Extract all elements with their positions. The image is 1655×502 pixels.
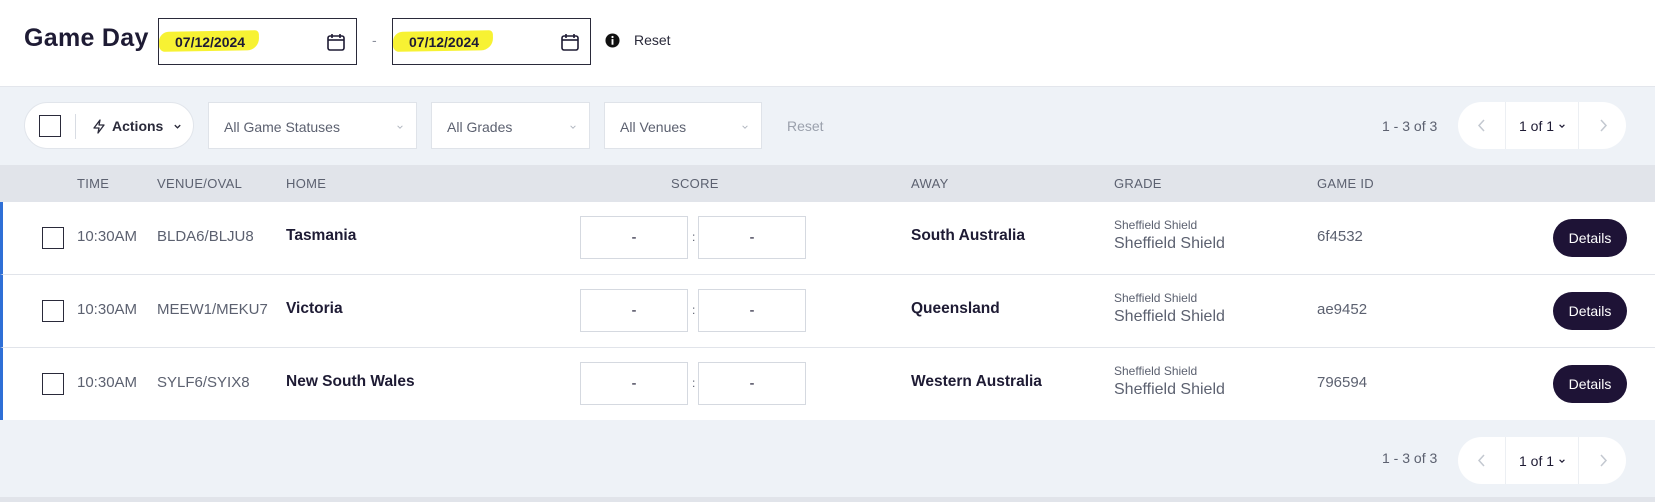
- score-separator: :: [692, 303, 696, 317]
- score-separator: :: [692, 376, 696, 390]
- game-status-select[interactable]: All Game Statuses: [208, 102, 417, 149]
- page-select[interactable]: 1 of 1: [1519, 453, 1554, 469]
- chevron-down-icon: [1559, 459, 1565, 464]
- away-score-value: -: [749, 229, 755, 246]
- chevron-down-icon: [1559, 124, 1565, 129]
- lightning-icon: [93, 119, 105, 134]
- home-score-value: -: [631, 375, 637, 392]
- chevron-down-icon: [742, 125, 748, 129]
- calendar-icon[interactable]: [560, 32, 580, 52]
- calendar-icon[interactable]: [326, 32, 346, 52]
- pagination: 1 of 1: [1458, 437, 1626, 484]
- footer-divider: [0, 497, 1655, 502]
- details-button[interactable]: Details: [1553, 219, 1627, 257]
- pagination: 1 of 1: [1458, 102, 1626, 149]
- game-id-cell: 6f4532: [1317, 228, 1363, 245]
- header-reset-link[interactable]: Reset: [634, 32, 671, 48]
- away-score-field[interactable]: -: [698, 216, 806, 259]
- divider: [75, 114, 76, 139]
- details-button[interactable]: Details: [1553, 365, 1627, 403]
- prev-page-button[interactable]: [1458, 102, 1506, 149]
- game-status-value: All Game Statuses: [224, 119, 340, 135]
- results-range: 1 - 3 of 3: [1382, 450, 1438, 466]
- column-header-time: TIME: [77, 176, 110, 191]
- select-all-checkbox[interactable]: [39, 115, 61, 137]
- grade-label: Sheffield Shield: [1114, 364, 1198, 378]
- chevron-right-icon: [1600, 119, 1608, 132]
- date-from-field[interactable]: 07/12/2024: [158, 18, 357, 65]
- venue-cell: SYLF6/SYIX8: [157, 374, 250, 391]
- page-title: Game Day: [24, 24, 149, 52]
- row-checkbox[interactable]: [42, 373, 64, 395]
- venue-cell: MEEW1/MEKU7: [157, 301, 268, 318]
- time-cell: 10:30AM: [77, 301, 138, 318]
- home-team: New South Wales: [286, 373, 415, 390]
- away-team: Queensland: [911, 300, 1000, 317]
- bulk-actions-group: Actions: [24, 102, 194, 149]
- grades-select[interactable]: All Grades: [431, 102, 590, 149]
- table-row: 10:30AM BLDA6/BLJU8 Tasmania - : - South…: [0, 202, 1655, 275]
- column-header-score: SCORE: [671, 176, 719, 191]
- details-button[interactable]: Details: [1553, 292, 1627, 330]
- actions-button[interactable]: Actions: [112, 118, 163, 134]
- chevron-right-icon: [1600, 454, 1608, 467]
- grade-name: Sheffield Shield: [1114, 308, 1225, 325]
- column-header-game-id: GAME ID: [1317, 176, 1374, 191]
- venue-cell: BLDA6/BLJU8: [157, 228, 254, 245]
- home-score-field[interactable]: -: [580, 362, 688, 405]
- grade-label: Sheffield Shield: [1114, 291, 1198, 305]
- column-header-home: HOME: [286, 176, 327, 191]
- away-score-value: -: [749, 375, 755, 392]
- table-row: 10:30AM SYLF6/SYIX8 New South Wales - : …: [0, 348, 1655, 421]
- next-page-button[interactable]: [1578, 102, 1626, 149]
- chevron-left-icon: [1477, 454, 1485, 467]
- column-header-venue: VENUE/OVAL: [157, 176, 243, 191]
- home-team: Victoria: [286, 300, 343, 317]
- date-to-value: 07/12/2024: [409, 34, 480, 50]
- page-header: Game Day 07/12/2024 - 07/12/2024 Reset: [0, 0, 1655, 87]
- grade-label: Sheffield Shield: [1114, 218, 1198, 232]
- venues-select[interactable]: All Venues: [604, 102, 762, 149]
- table-row: 10:30AM MEEW1/MEKU7 Victoria - : - Queen…: [0, 275, 1655, 348]
- away-team: Western Australia: [911, 373, 1042, 390]
- chevron-down-icon: [570, 125, 576, 129]
- chevron-left-icon: [1477, 119, 1485, 132]
- page-select[interactable]: 1 of 1: [1519, 118, 1554, 134]
- table-footer: 1 - 3 of 3 1 of 1: [0, 420, 1655, 502]
- filter-bar: Actions All Game Statuses All Grades All…: [0, 87, 1655, 165]
- row-checkbox[interactable]: [42, 227, 64, 249]
- away-score-field[interactable]: -: [698, 362, 806, 405]
- home-score-value: -: [631, 229, 637, 246]
- chevron-down-icon: [174, 124, 181, 129]
- chevron-down-icon: [397, 125, 403, 129]
- next-page-button[interactable]: [1578, 437, 1626, 484]
- table-header: TIME VENUE/OVAL HOME SCORE AWAY GRADE GA…: [0, 165, 1655, 202]
- home-score-value: -: [631, 302, 637, 319]
- home-team: Tasmania: [286, 227, 357, 244]
- column-header-grade: GRADE: [1114, 176, 1162, 191]
- venues-value: All Venues: [620, 119, 687, 135]
- date-separator: -: [372, 32, 377, 48]
- date-from-value: 07/12/2024: [175, 34, 246, 50]
- row-checkbox[interactable]: [42, 300, 64, 322]
- prev-page-button[interactable]: [1458, 437, 1506, 484]
- score-separator: :: [692, 230, 696, 244]
- time-cell: 10:30AM: [77, 228, 138, 245]
- grade-name: Sheffield Shield: [1114, 381, 1225, 398]
- column-header-away: AWAY: [911, 176, 949, 191]
- game-id-cell: ae9452: [1317, 301, 1368, 318]
- game-id-cell: 796594: [1317, 374, 1368, 391]
- grade-name: Sheffield Shield: [1114, 235, 1225, 252]
- info-icon[interactable]: [605, 33, 620, 48]
- results-range: 1 - 3 of 3: [1382, 118, 1438, 134]
- date-to-field[interactable]: 07/12/2024: [392, 18, 591, 65]
- filter-reset-button[interactable]: Reset: [787, 118, 824, 134]
- grades-value: All Grades: [447, 119, 513, 135]
- away-score-value: -: [749, 302, 755, 319]
- home-score-field[interactable]: -: [580, 216, 688, 259]
- time-cell: 10:30AM: [77, 374, 138, 391]
- away-score-field[interactable]: -: [698, 289, 806, 332]
- home-score-field[interactable]: -: [580, 289, 688, 332]
- away-team: South Australia: [911, 227, 1025, 244]
